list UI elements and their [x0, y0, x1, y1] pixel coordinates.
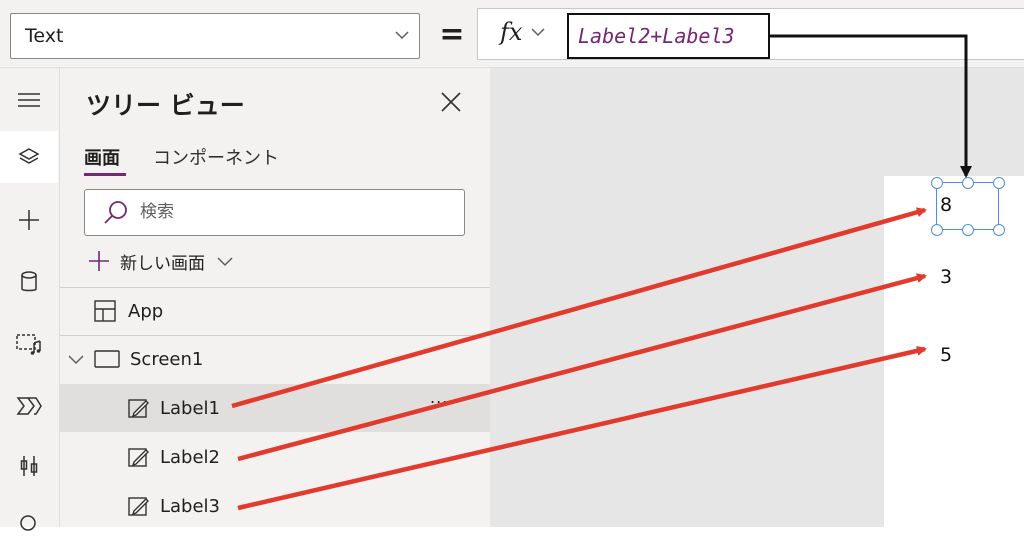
- label-edit-icon: [128, 495, 150, 517]
- resize-handle[interactable]: [993, 177, 1005, 189]
- tree-item-label: Label1: [160, 397, 221, 419]
- chevron-down-icon[interactable]: [68, 352, 84, 366]
- resize-handle[interactable]: [993, 224, 1005, 236]
- tools-icon[interactable]: [0, 440, 58, 492]
- search-placeholder: 検索: [140, 202, 174, 222]
- canvas-label3[interactable]: 5: [940, 343, 952, 367]
- close-icon[interactable]: [436, 90, 466, 120]
- tree-item-label: Label3: [160, 495, 221, 517]
- power-automate-icon[interactable]: [0, 380, 58, 432]
- tree-item-label2[interactable]: Label2: [60, 433, 490, 481]
- tree-item-label: Label2: [160, 446, 221, 468]
- canvas-label2[interactable]: 3: [940, 265, 952, 289]
- chevron-down-icon: [395, 14, 409, 75]
- property-dropdown[interactable]: Text: [10, 13, 420, 59]
- screen-icon: [94, 350, 120, 368]
- more-options-icon[interactable]: ...: [430, 388, 448, 407]
- new-screen-label: 新しい画面: [120, 253, 205, 274]
- database-icon[interactable]: [0, 256, 58, 308]
- chevron-down-icon: [217, 254, 233, 268]
- tree-item-screen1[interactable]: Screen1: [60, 335, 490, 383]
- tree-item-label: App: [128, 300, 164, 322]
- tab-screens[interactable]: 画面: [84, 145, 120, 173]
- fx-chevron-down-icon[interactable]: [531, 18, 545, 55]
- resize-handle[interactable]: [931, 177, 943, 189]
- panel-title: ツリー ビュー: [86, 91, 245, 120]
- media-icon[interactable]: [0, 318, 58, 370]
- app-icon: [94, 300, 116, 322]
- equals-sign: =: [439, 17, 465, 52]
- property-value: Text: [25, 25, 64, 47]
- resize-handle[interactable]: [962, 224, 974, 236]
- left-rail: [0, 68, 60, 531]
- plus-icon[interactable]: [0, 194, 58, 246]
- label-edit-icon: [128, 446, 150, 468]
- label-edit-icon: [128, 397, 150, 419]
- formula-text[interactable]: Label2+Label3: [567, 13, 770, 59]
- plus-icon: [88, 250, 110, 272]
- new-screen-button[interactable]: 新しい画面: [88, 246, 233, 276]
- layers-icon[interactable]: [0, 131, 58, 183]
- search-icon: [103, 200, 129, 230]
- active-tab-indicator: [84, 173, 126, 176]
- hamburger-icon[interactable]: [0, 74, 58, 126]
- tree-item-label: Screen1: [130, 348, 204, 370]
- tree-item-label3[interactable]: Label3: [60, 482, 490, 530]
- selection-box: [936, 182, 999, 230]
- resize-handle[interactable]: [962, 177, 974, 189]
- tab-components[interactable]: コンポーネント: [153, 145, 279, 173]
- resize-handle[interactable]: [931, 224, 943, 236]
- fx-icon[interactable]: fx: [500, 14, 522, 50]
- tree-item-label1[interactable]: Label1 ...: [60, 384, 490, 432]
- search-icon[interactable]: [0, 498, 58, 550]
- tree-item-app[interactable]: App: [60, 287, 490, 335]
